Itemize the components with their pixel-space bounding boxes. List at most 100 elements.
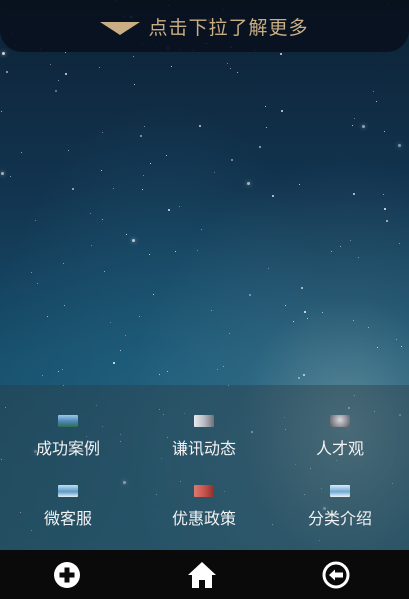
star (36, 283, 38, 285)
pulldown-banner[interactable]: 点击下拉了解更多 (0, 0, 409, 52)
star (21, 152, 23, 154)
star (266, 126, 268, 128)
menu-item-label: 谦讯动态 (171, 439, 236, 458)
menu-item-label: 成功案例 (35, 439, 100, 458)
star (64, 72, 67, 75)
star (227, 62, 229, 64)
sky-thumbnail-icon (58, 485, 78, 497)
star (132, 55, 134, 57)
star (67, 150, 69, 152)
star (230, 159, 233, 162)
menu-item-label: 分类介绍 (307, 509, 372, 528)
plus-circle-icon (54, 561, 80, 588)
star (142, 174, 144, 176)
star (299, 184, 301, 186)
star (63, 263, 65, 265)
star (62, 368, 64, 370)
menu-item-success-cases[interactable]: 成功案例 (0, 415, 136, 475)
star (125, 234, 127, 236)
star (229, 332, 231, 334)
star (211, 310, 213, 312)
back-circle-icon (322, 561, 350, 588)
star (167, 208, 170, 211)
star (353, 320, 355, 322)
home-button[interactable] (172, 550, 232, 599)
star (139, 316, 141, 317)
mountain-thumbnail-icon (330, 485, 350, 497)
star (339, 245, 341, 247)
star (358, 256, 360, 258)
menu-item-label: 微客服 (43, 509, 92, 528)
bottom-tab-bar (0, 550, 409, 599)
star (2, 52, 6, 56)
star (150, 162, 152, 164)
star (46, 315, 48, 317)
menu-item-label: 人才观 (315, 439, 364, 458)
star (353, 118, 355, 120)
star (63, 305, 65, 307)
pulldown-text: 点击下拉了解更多 (148, 16, 309, 39)
star (1, 111, 3, 112)
star (152, 294, 154, 296)
star (125, 335, 127, 337)
star (237, 71, 239, 73)
star (178, 206, 180, 208)
star (34, 219, 36, 221)
star (298, 376, 301, 379)
star (307, 317, 309, 319)
star (322, 312, 324, 314)
star (72, 187, 75, 190)
star (272, 194, 275, 197)
people-thumbnail-icon (330, 415, 350, 427)
star (199, 125, 202, 128)
star (166, 371, 168, 373)
star (131, 238, 135, 242)
back-button[interactable] (306, 550, 366, 599)
star (133, 83, 135, 85)
star (42, 374, 44, 376)
star (0, 172, 4, 176)
star (330, 250, 332, 252)
triangle-down-icon (100, 21, 141, 35)
news-thumbnail-icon (194, 415, 214, 427)
star (372, 91, 374, 93)
star (159, 373, 161, 375)
star (109, 322, 111, 324)
home-icon (188, 561, 216, 588)
star (31, 271, 33, 273)
star (101, 219, 103, 221)
star (174, 250, 176, 252)
menu-item-customer-service[interactable]: 微客服 (0, 485, 136, 545)
star (197, 249, 199, 251)
star (248, 294, 251, 297)
star (353, 193, 356, 196)
star (149, 254, 151, 256)
star (139, 135, 142, 138)
star (386, 219, 389, 222)
menu-item-label: 优惠政策 (171, 509, 236, 528)
star (398, 144, 402, 148)
menu-grid: 成功案例 谦讯动态 人才观 微客服 优惠政策 分类介绍 (0, 385, 409, 550)
menu-item-categories[interactable]: 分类介绍 (272, 485, 408, 545)
menu-item-promotions[interactable]: 优惠政策 (136, 485, 272, 545)
star (142, 189, 144, 191)
star (396, 339, 398, 341)
star (361, 124, 365, 128)
star (216, 368, 218, 370)
star (90, 245, 92, 247)
star (101, 169, 103, 171)
star (367, 326, 369, 328)
star (382, 194, 384, 196)
add-button[interactable] (37, 550, 97, 599)
menu-item-news[interactable]: 谦讯动态 (136, 415, 272, 475)
star (383, 208, 386, 211)
star (113, 361, 116, 364)
star (265, 105, 267, 107)
star (300, 287, 303, 290)
star (99, 66, 101, 68)
star (222, 366, 224, 368)
star (170, 65, 172, 67)
star (120, 349, 122, 351)
star (280, 53, 283, 56)
menu-item-talent[interactable]: 人才观 (272, 415, 408, 475)
